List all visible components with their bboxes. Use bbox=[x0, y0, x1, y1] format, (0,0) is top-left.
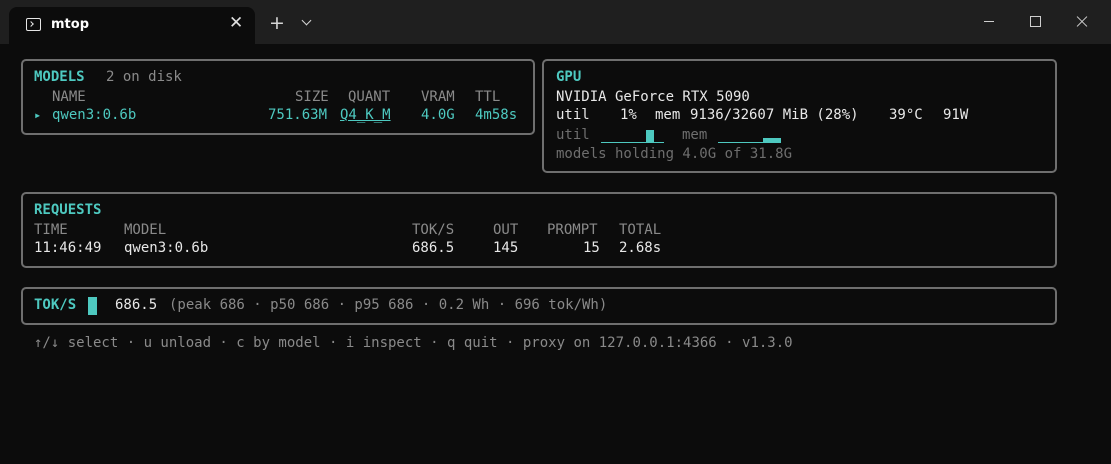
tokps-stats: (peak 686 · p50 686 · p95 686 · 0.2 Wh ·… bbox=[169, 297, 608, 313]
gpu-mem-label: mem bbox=[655, 107, 681, 123]
requests-col-total: TOTAL bbox=[619, 222, 662, 238]
models-col-ttl: TTL bbox=[475, 89, 501, 105]
models-col-name: NAME bbox=[52, 89, 86, 105]
gpu-util-label: util bbox=[556, 107, 590, 123]
gpu-holding: models holding 4.0G of 31.8G bbox=[556, 146, 793, 162]
gpu-util-value: 1% bbox=[620, 107, 637, 123]
request-model: qwen3:0.6b bbox=[124, 240, 209, 256]
gpu-mem-value: 9136/32607 MiB (28%) bbox=[690, 107, 859, 123]
gpu-power: 91W bbox=[943, 107, 969, 123]
maximize-button[interactable] bbox=[1012, 0, 1058, 44]
model-size: 751.63M bbox=[268, 107, 328, 123]
close-window-button[interactable] bbox=[1058, 0, 1104, 44]
tokps-value: 686.5 bbox=[115, 297, 158, 313]
terminal-window: mtop ✕ + MODELS 2 on disk NAME SIZE QUAN… bbox=[0, 0, 1111, 464]
models-title: MODELS bbox=[34, 69, 85, 85]
selection-marker: ▸ bbox=[34, 108, 42, 122]
request-time: 11:46:49 bbox=[34, 240, 102, 256]
request-out: 145 bbox=[493, 240, 519, 256]
gpu-name: NVIDIA GeForce RTX 5090 bbox=[556, 89, 750, 105]
key-hints: ↑/↓ select · u unload · c by model · i i… bbox=[34, 335, 793, 351]
model-vram: 4.0G bbox=[421, 107, 455, 123]
model-name: qwen3:0.6b bbox=[52, 107, 137, 123]
mem-spark-label: mem bbox=[682, 127, 708, 143]
request-toks: 686.5 bbox=[412, 240, 455, 256]
models-disk-count: 2 on disk bbox=[106, 69, 182, 85]
model-quant: Q4_K_M bbox=[340, 107, 391, 123]
requests-col-prompt: PROMPT bbox=[547, 222, 598, 238]
title-bar: mtop ✕ + bbox=[0, 0, 1111, 44]
request-total: 2.68s bbox=[619, 240, 662, 256]
requests-title: REQUESTS bbox=[34, 202, 102, 218]
models-col-vram: VRAM bbox=[421, 89, 455, 105]
models-col-quant: QUANT bbox=[348, 89, 391, 105]
minimize-button[interactable] bbox=[966, 0, 1012, 44]
tokps-label: TOK/S bbox=[34, 297, 77, 313]
tab-mtop[interactable]: mtop ✕ bbox=[9, 7, 255, 44]
gpu-title: GPU bbox=[556, 69, 582, 85]
util-spark-label: util bbox=[556, 127, 590, 143]
requests-col-toks: TOK/S bbox=[412, 222, 455, 238]
requests-col-time: TIME bbox=[34, 222, 68, 238]
request-prompt: 15 bbox=[583, 240, 600, 256]
models-col-size: SIZE bbox=[295, 89, 329, 105]
model-ttl: 4m58s bbox=[475, 107, 518, 123]
new-tab-button[interactable]: + bbox=[266, 12, 288, 34]
requests-col-model: MODEL bbox=[124, 222, 167, 238]
tab-close-icon[interactable]: ✕ bbox=[229, 13, 243, 33]
terminal-icon bbox=[26, 18, 41, 31]
tokps-bar bbox=[88, 297, 97, 315]
tab-title: mtop bbox=[51, 17, 89, 32]
requests-col-out: OUT bbox=[493, 222, 519, 238]
gpu-temp: 39°C bbox=[889, 107, 923, 123]
chevron-down-icon[interactable] bbox=[298, 14, 316, 32]
